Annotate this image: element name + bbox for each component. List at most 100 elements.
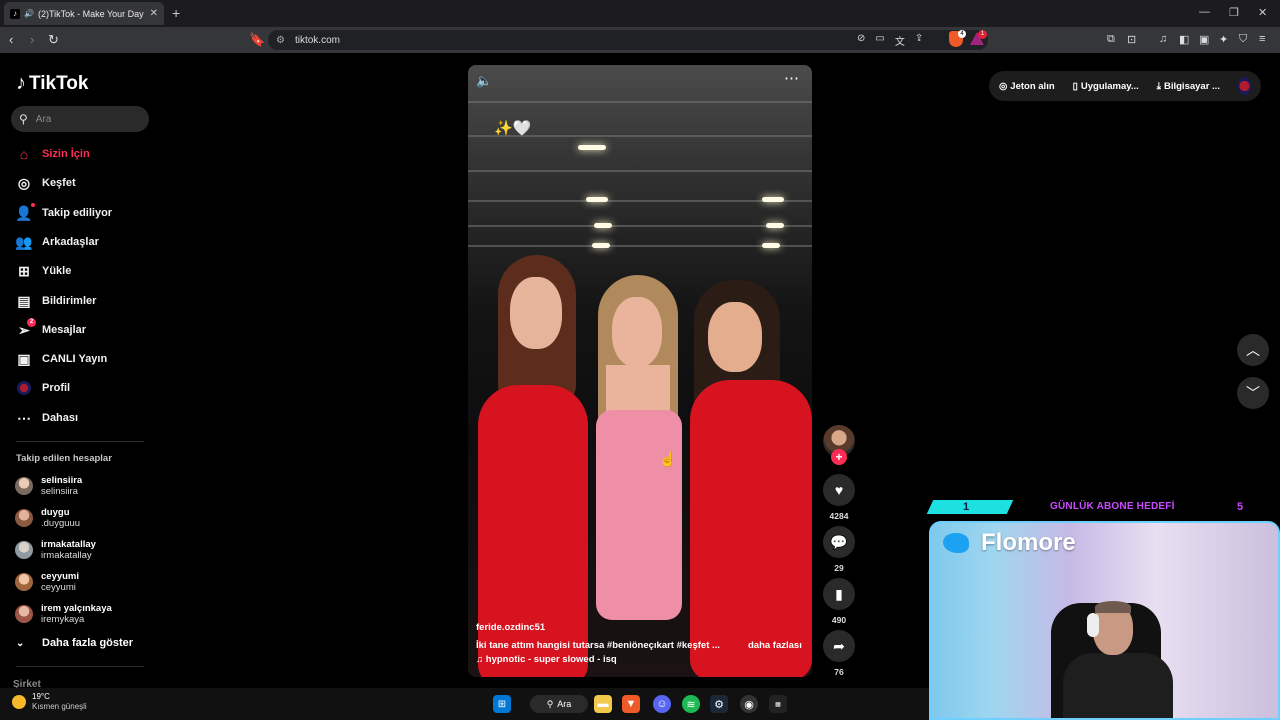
shields-count-badge: 4 xyxy=(958,30,966,38)
logo-text: TikTok xyxy=(29,72,89,94)
steam-icon[interactable]: ⚙ xyxy=(710,695,728,713)
next-video-button[interactable]: ﹀ xyxy=(1237,377,1269,409)
nav-label: Dahası xyxy=(42,412,79,424)
nav-live[interactable]: ▣ CANLI Yayın xyxy=(15,349,155,369)
minimize-icon[interactable]: — xyxy=(1199,6,1210,18)
game-app-icon[interactable]: ▦ xyxy=(769,695,787,713)
like-action[interactable]: ♥ 4284 xyxy=(823,474,855,521)
nav-for-you[interactable]: ⌂ Sizin İçin xyxy=(15,144,155,164)
phone-icon: ▯ xyxy=(1072,80,1078,92)
vpn-icon[interactable]: ⛉ xyxy=(1239,33,1247,46)
nav-label: Yükle xyxy=(42,265,72,277)
avatar xyxy=(15,477,33,495)
nav-upload[interactable]: ⊞ Yükle xyxy=(15,261,155,281)
leo-ai-icon[interactable]: ✦ xyxy=(1219,33,1228,46)
video-player[interactable]: 🔈 ⋯ ✨🤍 feride.ozdinc51 İki tane attım ha… xyxy=(468,65,812,677)
windows-start-icon[interactable]: ⊞ xyxy=(493,695,511,713)
sidebar-toggle-icon[interactable]: ◧ xyxy=(1179,33,1189,46)
media-icon[interactable]: ♫ xyxy=(1159,33,1167,45)
nav-following[interactable]: 👤 Takip ediliyor xyxy=(15,203,155,223)
forward-icon[interactable]: › xyxy=(30,32,34,47)
brave-browser-icon[interactable]: ▼ xyxy=(622,695,640,713)
translate-icon[interactable]: 文 xyxy=(895,33,905,48)
wallet-icon[interactable]: ▣ xyxy=(1199,33,1209,46)
profile-icon xyxy=(15,379,33,397)
ceiling-stripe xyxy=(468,200,812,202)
search-icon: ⚲ xyxy=(19,112,28,126)
url-text: tiktok.com xyxy=(294,34,340,46)
back-icon[interactable]: ‹ xyxy=(9,32,13,47)
streamer-name: Flomore xyxy=(981,529,1076,556)
nav-label: CANLI Yayın xyxy=(42,353,108,365)
video-music[interactable]: ♫ hypnotic - super slowed - isq xyxy=(476,654,617,665)
screenshot-icon[interactable]: ⊡ xyxy=(1127,33,1136,46)
upload-icon: ⊞ xyxy=(18,262,30,279)
following-account[interactable]: duygu .duyguuu xyxy=(15,507,155,529)
obs-icon[interactable]: ◉ xyxy=(740,695,758,713)
streamer-body xyxy=(1063,653,1173,718)
bookmark-icon[interactable]: 🔖 xyxy=(249,32,265,48)
like-count: 4284 xyxy=(829,511,849,521)
caption-more-link[interactable]: daha fazlası xyxy=(748,640,802,651)
comment-icon[interactable]: 💬 xyxy=(823,526,855,558)
profile-avatar[interactable] xyxy=(1237,77,1251,95)
new-tab-icon[interactable]: + xyxy=(172,5,180,21)
video-caption: İki tane attım hangisi tutarsa #beniöneç… xyxy=(476,640,720,651)
follow-plus-icon[interactable]: + xyxy=(831,449,847,465)
share-action[interactable]: ➦ 76 xyxy=(823,630,855,677)
cast-icon[interactable]: ▭ xyxy=(875,33,884,48)
desktop-app-button[interactable]: ⤓ Bilgisayar ... xyxy=(1157,81,1220,92)
subscriber-goal-bar: 1 GÜNLÜK ABONE HEDEFİ 5 xyxy=(926,497,1280,517)
nav-messages[interactable]: ➢ 2 Mesajlar xyxy=(15,318,155,340)
ceiling-stripe xyxy=(468,170,812,172)
search-input[interactable]: ⚲ Ara xyxy=(11,106,149,132)
reload-icon[interactable]: ↻ xyxy=(48,32,59,48)
save-action[interactable]: ▮ 490 xyxy=(823,578,855,625)
nav-notifications[interactable]: ▤ Bildirimler xyxy=(15,291,155,311)
menu-icon[interactable]: ≡ xyxy=(1259,33,1265,45)
volume-icon[interactable]: 🔈 xyxy=(476,73,492,89)
omnibox-tools: ⊘ ▭ 文 ⇪ xyxy=(857,33,923,48)
mouse-cursor-icon: ☝ xyxy=(659,451,677,467)
tiktok-logo[interactable]: ♪ TikTok xyxy=(16,72,88,95)
following-account[interactable]: irem yalçınkaya iremykaya xyxy=(15,603,155,625)
nav-profile[interactable]: Profil xyxy=(15,378,155,398)
show-more-button[interactable]: ⌄ Daha fazla göster xyxy=(16,637,133,649)
following-account[interactable]: ceyyumi ceyyumi xyxy=(15,571,155,593)
video-author[interactable]: feride.ozdinc51 xyxy=(476,622,545,633)
video-sticker: ✨🤍 xyxy=(494,120,532,137)
close-window-icon[interactable]: ✕ xyxy=(1258,6,1267,19)
tab-audio-icon[interactable]: 🔊 xyxy=(24,9,34,18)
taskbar-search[interactable]: ⚲ Ara xyxy=(530,695,588,713)
share-arrow-icon[interactable]: ➦ xyxy=(823,630,855,662)
spotify-icon[interactable]: ≋ xyxy=(682,695,700,713)
translate-off-icon[interactable]: ⊘ xyxy=(857,33,865,48)
comment-action[interactable]: 💬 29 xyxy=(823,526,855,573)
site-info-icon[interactable]: ⚙ xyxy=(276,35,285,46)
nav-more[interactable]: ⋯ Dahası xyxy=(15,408,155,428)
nav-friends[interactable]: 👥 Arkadaşlar xyxy=(15,232,155,252)
ceiling-light xyxy=(762,197,784,202)
goal-label: GÜNLÜK ABONE HEDEFİ xyxy=(1050,501,1175,512)
previous-video-button[interactable]: ︿ xyxy=(1237,334,1269,366)
get-app-button[interactable]: ▯ Uygulamay... xyxy=(1073,81,1139,92)
weather-widget[interactable]: 19°C Kısmen güneşli xyxy=(12,692,87,712)
share-icon[interactable]: ⇪ xyxy=(915,33,923,48)
heart-icon[interactable]: ♥ xyxy=(823,474,855,506)
restore-icon[interactable]: ❐ xyxy=(1229,6,1239,19)
get-coins-button[interactable]: ◎ Jeton alın xyxy=(999,81,1055,92)
nav-explore[interactable]: ◎ Keşfet xyxy=(15,173,155,193)
bookmark-icon[interactable]: ▮ xyxy=(823,578,855,610)
twitter-bird-icon xyxy=(943,533,969,553)
browser-tab[interactable]: ♪ 🔊 (2)TikTok - Make Your Day ✕ xyxy=(4,2,164,25)
extensions-icon[interactable]: ⧉ xyxy=(1107,33,1115,46)
discord-icon[interactable]: ☺ xyxy=(653,695,671,713)
following-account[interactable]: selinsiira selinsiira xyxy=(15,475,155,497)
following-account[interactable]: irmakatallay irmakatallay xyxy=(15,539,155,561)
account-username: selinsiira xyxy=(41,486,78,497)
video-options-icon[interactable]: ⋯ xyxy=(784,69,800,87)
nav-label: Sizin İçin xyxy=(42,148,90,160)
file-explorer-icon[interactable]: ▬ xyxy=(594,695,612,713)
comment-count: 29 xyxy=(834,563,844,573)
tab-close-icon[interactable]: ✕ xyxy=(150,8,158,19)
